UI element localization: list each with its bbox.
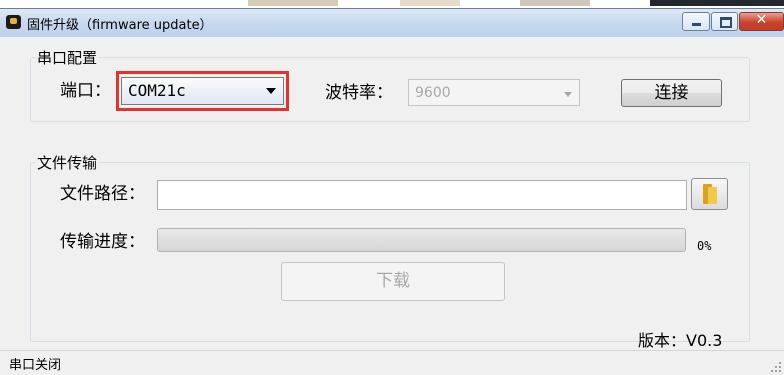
app-icon [6, 15, 21, 29]
minimize-button[interactable] [682, 12, 710, 31]
baud-rate-label: 波特率： [325, 83, 393, 103]
resize-grip[interactable] [771, 362, 781, 372]
desktop-thumbnail [248, 0, 338, 6]
title-bar[interactable]: 固件升级（firmware update） ✕ [0, 9, 784, 37]
file-transfer-group-label: 文件传输 [35, 152, 100, 173]
file-path-label: 文件路径： [60, 184, 145, 204]
window-title: 固件升级（firmware update） [27, 18, 213, 33]
transfer-progress-bar [157, 228, 686, 252]
desktop-thumbnail [650, 0, 784, 6]
firmware-update-window: 固件升级（firmware update） ✕ 串口配置 端口： COM21c … [0, 8, 784, 375]
status-bar: 串口关闭 [0, 350, 784, 375]
port-label: 端口： [60, 81, 111, 101]
connect-button[interactable]: 连接 [621, 79, 722, 107]
desktop-thumbnail [520, 0, 590, 6]
chevron-down-icon[interactable] [564, 92, 572, 97]
desktop-thumbnail [400, 0, 460, 6]
version-label: 版本：V0.3 [638, 331, 723, 350]
baud-rate-combobox[interactable]: 9600 [408, 79, 580, 106]
progress-percent: 0% [697, 239, 712, 253]
maximize-button[interactable] [711, 12, 738, 31]
browse-button[interactable] [691, 178, 728, 210]
annotation-highlight-box [116, 71, 289, 111]
status-text: 串口关闭 [9, 358, 62, 373]
serial-config-group-label: 串口配置 [35, 47, 100, 68]
download-button[interactable]: 下载 [281, 262, 505, 301]
baud-rate-value: 9600 [415, 85, 451, 101]
file-path-input[interactable] [157, 180, 687, 210]
folder-icon [703, 184, 717, 204]
close-icon: ✕ [755, 12, 768, 28]
progress-label: 传输进度： [60, 232, 145, 252]
close-button[interactable]: ✕ [739, 12, 784, 31]
